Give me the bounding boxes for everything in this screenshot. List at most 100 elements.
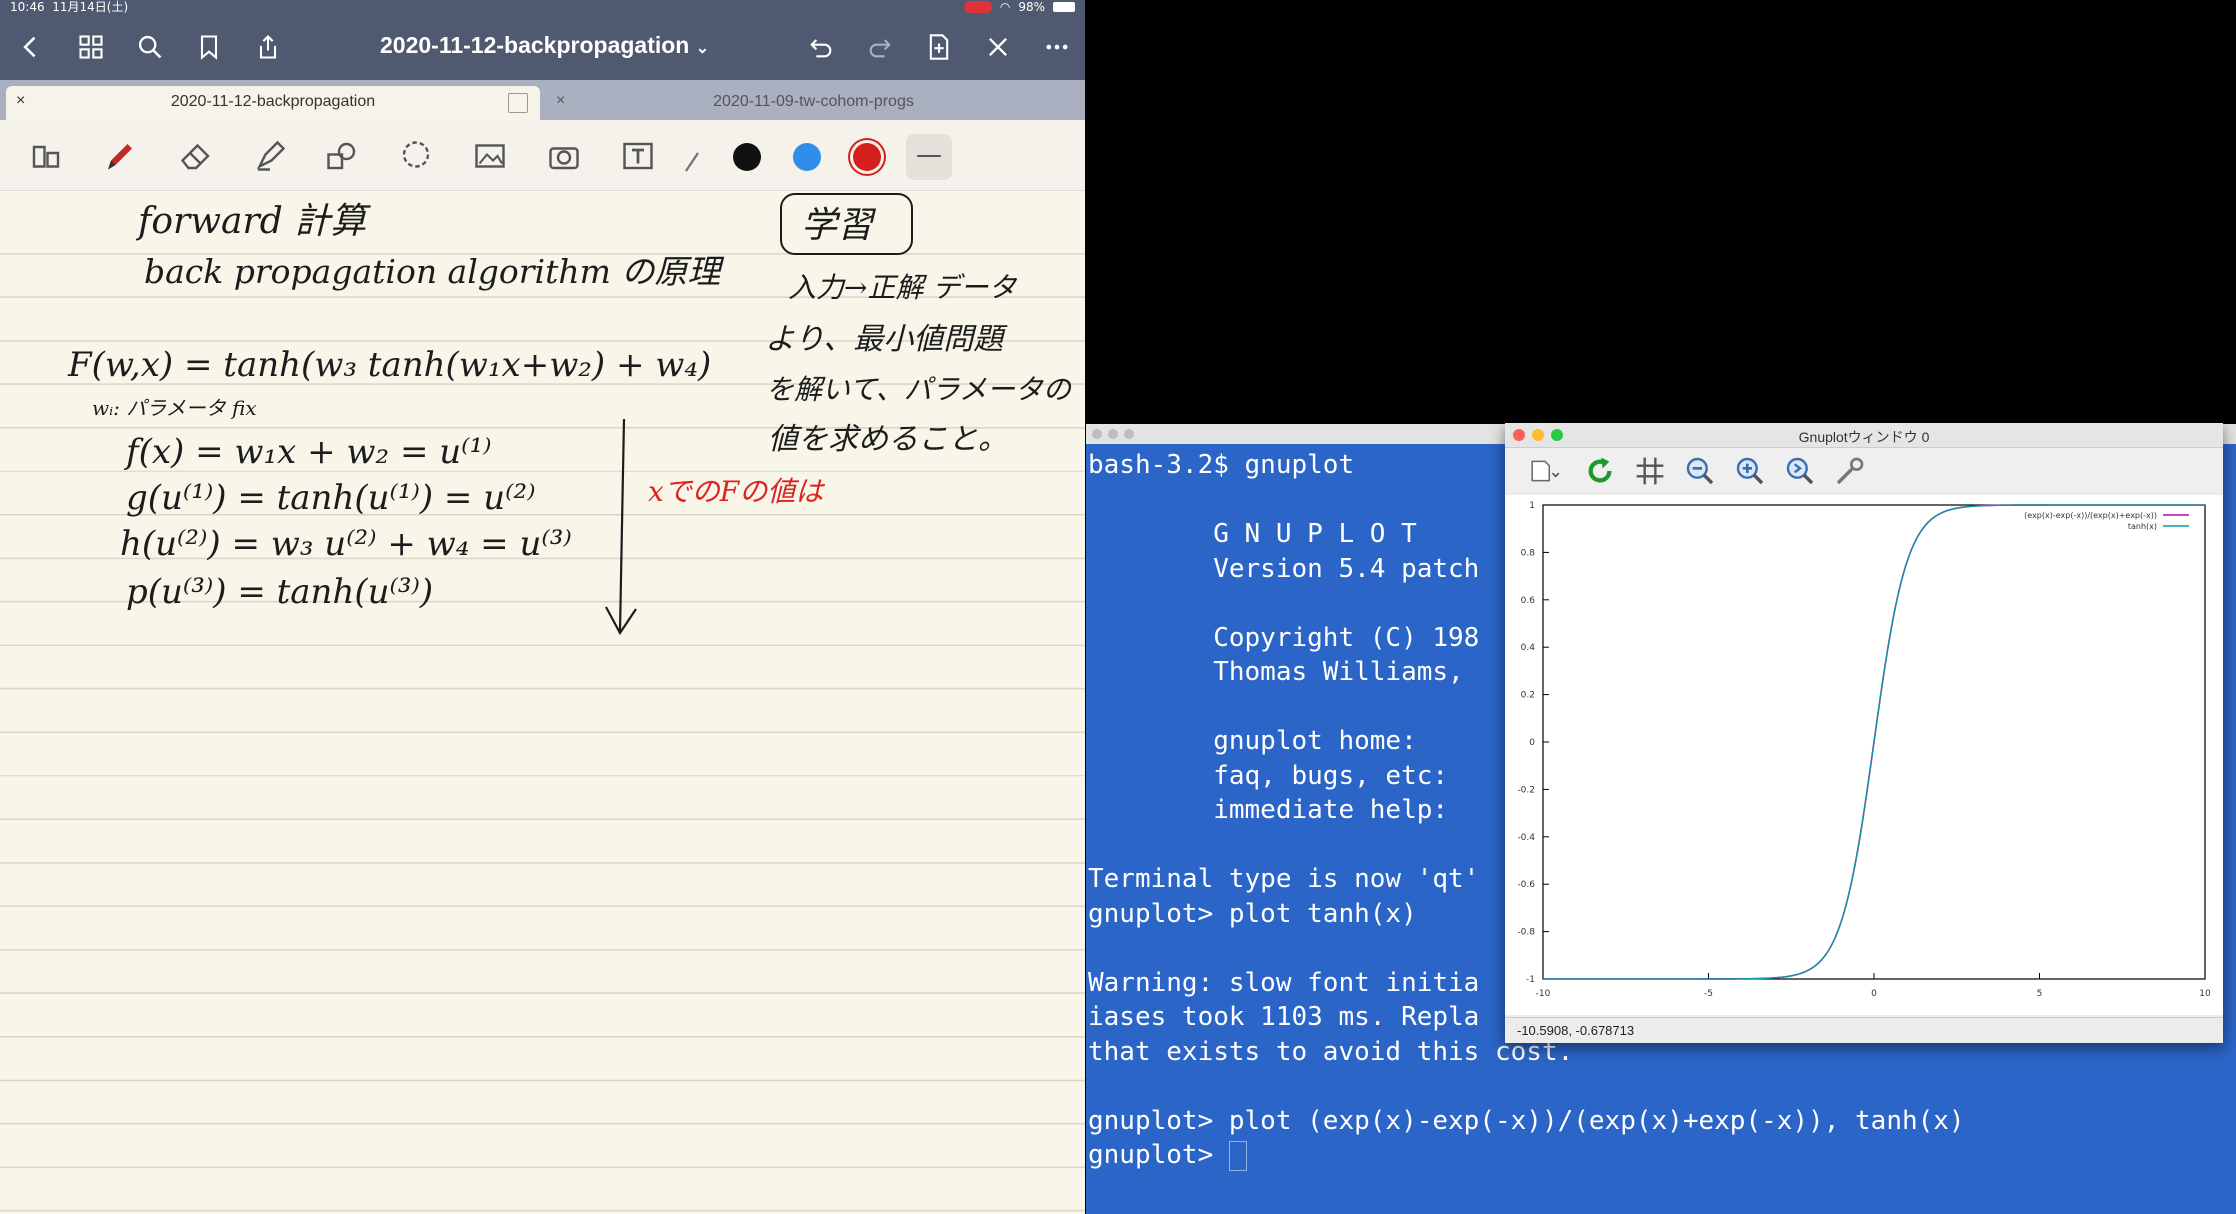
y-tick-label: 0 [1529, 738, 1535, 748]
laser-pointer-icon [685, 152, 699, 172]
zoom-out-button[interactable] [1681, 452, 1719, 490]
shape-tool[interactable] [322, 136, 362, 176]
x-tick-label: -10 [1536, 989, 1551, 999]
refresh-icon [1588, 457, 1612, 483]
lasso-tool[interactable] [396, 136, 436, 176]
shapes-icon [327, 142, 356, 170]
tab-tw-cohom-progs[interactable]: × 2020-11-09-tw-cohom-progs [546, 86, 1081, 120]
grid-toggle-button[interactable] [1631, 452, 1669, 490]
export-button[interactable] [1521, 452, 1569, 490]
document-title-menu[interactable]: 2020-11-12-backpropagation ⌄ [380, 32, 709, 59]
note-eq-g: g(u⁽¹⁾) = tanh(u⁽¹⁾) = u⁽²⁾ [126, 478, 535, 518]
highlighter-icon [256, 140, 286, 171]
replot-button[interactable] [1581, 452, 1619, 490]
terminal-minimize-button[interactable] [1108, 429, 1118, 439]
terminal-line: faq, bugs, etc: [1088, 760, 1449, 791]
zoom-in-button[interactable] [1731, 452, 1769, 490]
tab-backpropagation[interactable]: × 2020-11-12-backpropagation [6, 86, 540, 120]
color-red-swatch[interactable] [853, 143, 881, 171]
eraser-tool[interactable] [176, 136, 216, 176]
image-icon [475, 144, 505, 168]
grid-lines-icon [1636, 457, 1664, 485]
zoom-next-button[interactable] [1781, 452, 1819, 490]
plot-area[interactable]: -10 -5 0 5 10 1 0.8 0.6 0.4 0.2 0 -0.2 -0.4 -0.6 -0.8 -… [1505, 495, 2223, 1015]
document-title: 2020-11-12-backpropagation [380, 32, 690, 58]
gnuplot-toolbar [1505, 448, 2223, 492]
note-side-4: 値を求めること。 [768, 422, 1008, 457]
battery-icon [1053, 2, 1075, 12]
split-view-icon[interactable] [508, 93, 528, 113]
zoom-out-icon [1686, 457, 1714, 485]
grid-icon [79, 35, 103, 59]
add-page-button[interactable] [922, 30, 956, 64]
tab-bar: × 2020-11-12-backpropagation × 2020-11-0… [0, 80, 1085, 120]
down-arrow [605, 418, 637, 636]
legend-label: tanh(x) [2128, 522, 2157, 531]
wrench-icon [1836, 457, 1864, 485]
y-tick-label: -0.4 [1517, 833, 1535, 843]
note-learning: 学習 [801, 205, 877, 246]
notes-app: 10:46 11月14日(土) ◠ 98% 2020-11-12-backpro… [0, 0, 1085, 1214]
gnuplot-statusbar: -10.5908, -0.678713 [1505, 1017, 2223, 1043]
lasso-icon [402, 141, 430, 168]
close-icon [989, 38, 1007, 56]
undo-button[interactable] [804, 30, 838, 64]
handwritten-notes: forward 計算 back propagation algorithm の原… [67, 193, 1073, 636]
y-tick-label: 0.2 [1521, 691, 1535, 701]
status-bar: 10:46 11月14日(土) ◠ 98% [0, 0, 1085, 14]
terminal-cursor [1228, 1140, 1247, 1171]
redo-icon [869, 39, 891, 58]
share-icon [259, 35, 277, 59]
y-tick-label: -0.2 [1517, 785, 1535, 795]
more-button[interactable] [1040, 30, 1074, 64]
camera-icon [549, 147, 579, 170]
terminal-line: Terminal type is now 'qt' [1088, 864, 1480, 894]
gnuplot-window[interactable]: Gnuplotウィンドウ 0 -10 -5 0 5 10 1 0.8 0.6 0.4 0.2 0 -0… [1505, 423, 2223, 1043]
highlighter-tool[interactable] [250, 136, 290, 176]
terminal-line: bash-3.2$ gnuplot [1088, 450, 1355, 480]
battery-text: 98% [1018, 0, 1045, 14]
tanh-chart: -10 -5 0 5 10 1 0.8 0.6 0.4 0.2 0 -0.2 -0.4 -0.6 -0.8 -… [1517, 501, 2211, 999]
pen-tool[interactable] [100, 136, 140, 176]
settings-button[interactable] [1831, 452, 1869, 490]
back-button[interactable] [14, 30, 48, 64]
share-button[interactable] [251, 30, 285, 64]
search-button[interactable] [133, 30, 167, 64]
stroke-thin-button[interactable] [906, 134, 952, 180]
color-blue-swatch[interactable] [793, 143, 821, 171]
y-tick-label: 1 [1529, 501, 1535, 511]
gnuplot-titlebar[interactable]: Gnuplotウィンドウ 0 [1505, 423, 2223, 448]
x-tick-label: 5 [2037, 989, 2043, 999]
read-mode-icon [32, 145, 60, 168]
wifi-icon: ◠ [999, 0, 1011, 14]
note-eq-p: p(u⁽³⁾) = tanh(u⁽³⁾) [126, 572, 433, 612]
search-icon [138, 35, 162, 59]
text-tool[interactable] [618, 136, 658, 176]
bookmark-button[interactable] [192, 30, 226, 64]
color-black-swatch[interactable] [733, 143, 761, 171]
terminal-line: gnuplot home: [1088, 726, 1417, 756]
close-button[interactable] [981, 30, 1015, 64]
y-tick-label: -1 [1526, 975, 1535, 985]
tab-label: 2020-11-12-backpropagation [170, 93, 376, 110]
read-mode-button[interactable] [26, 136, 66, 176]
note-page[interactable]: forward 計算 back propagation algorithm の原… [0, 191, 1085, 1214]
note-side-2: より、最小値問題 [765, 322, 1008, 357]
grid-view-button[interactable] [74, 30, 108, 64]
terminal-line: Warning: slow font initia [1088, 967, 1480, 998]
x-tick-label: -5 [1704, 989, 1713, 999]
terminal-line: G N U P L O T [1088, 519, 1417, 549]
terminal-close-button[interactable] [1092, 429, 1102, 439]
y-tick-label: -0.8 [1517, 928, 1535, 938]
note-eq-fix: wᵢ: パラメータ fix [92, 396, 257, 420]
status-time: 10:46 [10, 0, 45, 14]
camera-tool[interactable] [544, 136, 584, 176]
image-tool[interactable] [470, 136, 510, 176]
y-tick-label: 0.4 [1521, 643, 1536, 653]
note-eq-F: F(w,x) = tanh(w₃ tanh(w₁x+w₂) + w₄) [67, 345, 711, 385]
terminal-zoom-button[interactable] [1124, 429, 1134, 439]
redo-button[interactable] [863, 30, 897, 64]
laser-pointer-tool[interactable] [682, 136, 702, 176]
y-tick-label: 0.8 [1521, 548, 1536, 558]
eraser-icon [180, 143, 210, 170]
